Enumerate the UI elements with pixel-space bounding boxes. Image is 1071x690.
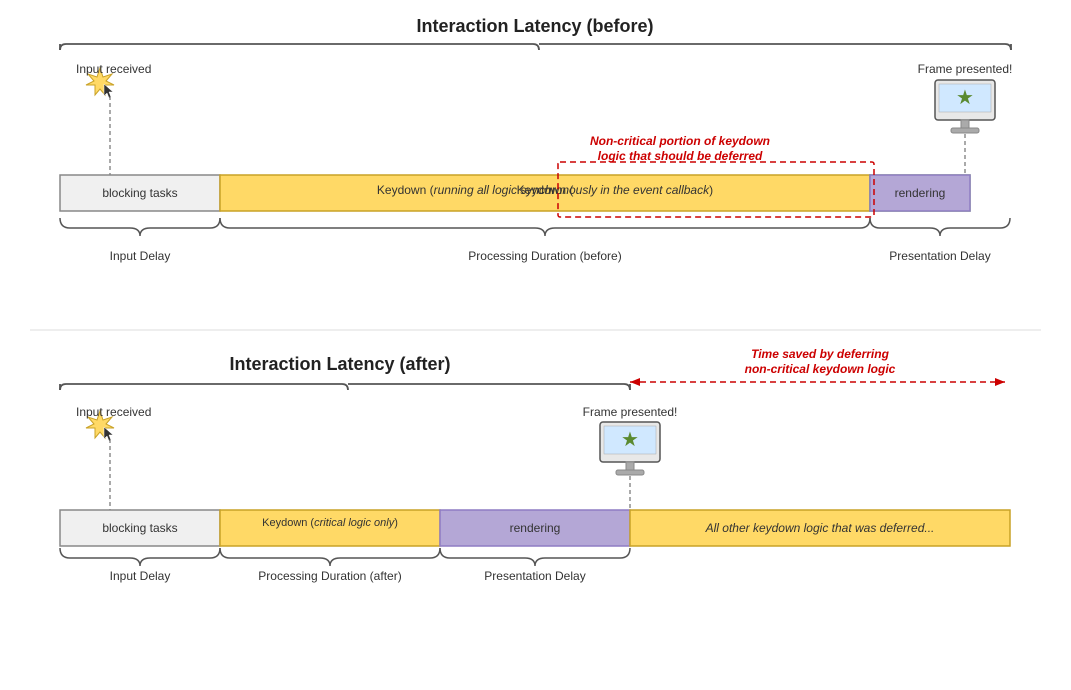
red-annotation-before: Non-critical portion of keydown [590, 134, 770, 148]
input-delay-brace-before [60, 218, 220, 236]
processing-duration-label-before: Processing Duration (before) [468, 249, 621, 263]
time-saved-label-2: non-critical keydown logic [745, 362, 896, 376]
deferred-label-after: All other keydown logic that was deferre… [705, 521, 935, 535]
svg-text:★: ★ [621, 429, 639, 451]
presentation-delay-label-after: Presentation Delay [484, 569, 585, 583]
input-delay-label-after: Input Delay [110, 569, 171, 583]
blocking-tasks-label-before: blocking tasks [102, 186, 177, 200]
diagram-container: Interaction Latency (before) Input recei… [0, 0, 1071, 690]
blocking-tasks-label-after: blocking tasks [102, 521, 177, 535]
rendering-label-before: rendering [895, 186, 946, 200]
keydown-label-before: Keydown ( [517, 183, 574, 197]
svg-text:Keydown (critical logic only): Keydown (critical logic only) [262, 517, 398, 529]
svg-text:rendering: rendering [895, 186, 946, 200]
arrow-right-head [995, 378, 1005, 386]
presentation-delay-brace-after [440, 548, 630, 566]
input-delay-label-before: Input Delay [110, 249, 171, 263]
frame-presented-after-label: Frame presented! [583, 405, 678, 419]
time-saved-label: Time saved by deferring [751, 347, 890, 361]
monitor-before: ★ [935, 80, 995, 133]
rendering-label-after: rendering [510, 521, 561, 535]
monitor-after: ★ [600, 422, 660, 475]
input-delay-brace-after [60, 548, 220, 566]
diagram-svg: Interaction Latency (before) Input recei… [0, 0, 1071, 690]
input-received-before-label: Input received [76, 62, 151, 76]
red-annotation-before-2: logic that should be deferred [598, 149, 763, 163]
processing-duration-brace-after [220, 548, 440, 566]
svg-text:★: ★ [956, 87, 974, 109]
presentation-delay-label-before: Presentation Delay [889, 249, 990, 263]
keydown-bar-after [220, 510, 440, 546]
arrow-left-head [630, 378, 640, 386]
presentation-delay-brace-before [870, 218, 1010, 236]
blocking-tasks-bar-before [60, 175, 220, 211]
starburst-before [86, 68, 114, 98]
red-dashed-box-before [558, 162, 874, 217]
rendering-bar-after [440, 510, 630, 546]
frame-presented-before-label: Frame presented! [918, 62, 1013, 76]
starburst-after [86, 411, 114, 441]
before-title: Interaction Latency (before) [416, 16, 653, 36]
rendering-bar-before [870, 175, 970, 211]
input-received-after-label: Input received [76, 405, 151, 419]
processing-duration-label-after: Processing Duration (after) [258, 569, 401, 583]
processing-duration-brace-before [220, 218, 870, 236]
keydown-bar-before [220, 175, 870, 211]
deferred-bar-after [630, 510, 1010, 546]
svg-text:Keydown (running all logic syn: Keydown (running all logic synchronously… [377, 183, 713, 197]
after-title: Interaction Latency (after) [229, 354, 450, 374]
blocking-tasks-bar-after [60, 510, 220, 546]
